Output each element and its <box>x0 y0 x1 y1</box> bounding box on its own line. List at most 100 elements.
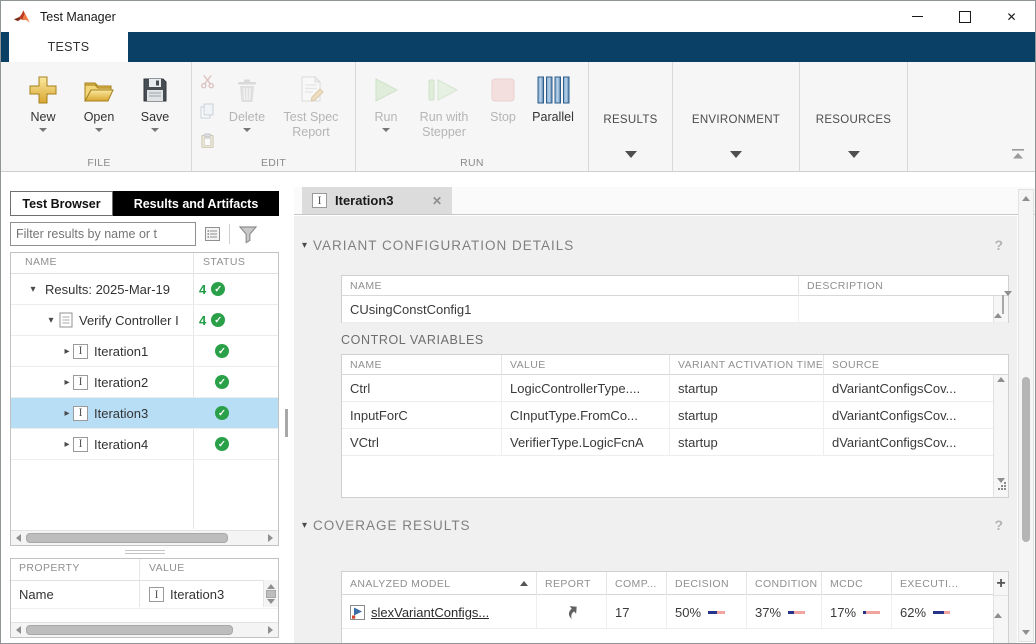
parallel-button[interactable]: Parallel <box>527 70 579 125</box>
add-column-button[interactable] <box>994 572 1008 596</box>
filter-button[interactable] <box>238 225 258 244</box>
stop-button[interactable]: Stop <box>481 70 525 125</box>
value-column-header[interactable]: VALUE <box>149 562 185 574</box>
environment-gallery-button[interactable]: ENVIRONMENT <box>673 62 800 171</box>
cv-row-inputforc[interactable]: InputForC CInputType.FromCo... startup d… <box>342 402 1008 429</box>
tree-row-results[interactable]: Results: 2025-Mar-19 4 <box>11 274 278 305</box>
mcdc-header[interactable]: MCDC <box>822 572 892 595</box>
report-header[interactable]: REPORT <box>537 572 607 595</box>
scroll-left-icon[interactable] <box>16 626 21 634</box>
coverage-results-section-header[interactable]: COVERAGE RESULTS <box>302 516 1003 534</box>
save-button[interactable]: Save <box>128 70 182 132</box>
decision-header[interactable]: DECISION <box>667 572 747 595</box>
chevron-down-icon[interactable] <box>302 240 307 251</box>
tree-row-iteration2[interactable]: Iteration2 <box>11 367 278 398</box>
chevron-down-icon[interactable] <box>27 284 39 295</box>
config-name-header[interactable]: NAME <box>342 276 799 296</box>
analyzed-model-header[interactable]: ANALYZED MODEL <box>342 572 537 595</box>
cv-value-header[interactable]: VALUE <box>502 355 670 375</box>
help-icon[interactable] <box>994 517 1003 533</box>
control-variables-scrollbar[interactable] <box>993 375 1008 497</box>
scrollbar-thumb[interactable] <box>26 533 228 543</box>
vertical-splitter[interactable] <box>285 409 288 437</box>
tree-row-iteration3[interactable]: Iteration3 <box>11 398 278 429</box>
scroll-up-icon[interactable] <box>267 584 275 589</box>
help-icon[interactable] <box>994 237 1003 253</box>
save-dropdown-icon[interactable] <box>151 128 159 132</box>
results-gallery-button[interactable]: RESULTS <box>589 62 673 171</box>
resize-grip-icon[interactable] <box>997 478 1007 496</box>
new-button[interactable]: New <box>16 70 70 132</box>
horizontal-splitter[interactable] <box>10 548 279 556</box>
collapse-ribbon-button[interactable] <box>1011 147 1025 165</box>
tab-results-and-artifacts[interactable]: Results and Artifacts <box>113 191 279 216</box>
results-detail-button[interactable] <box>204 226 221 242</box>
scroll-up-icon[interactable] <box>997 377 1005 382</box>
cv-source-header[interactable]: SOURCE <box>824 355 994 375</box>
analyzed-model-link[interactable]: slexVariantConfigs... <box>371 605 489 620</box>
coverage-table-scrollbar[interactable] <box>993 572 1008 643</box>
chevron-right-icon[interactable] <box>61 346 73 357</box>
run-button[interactable]: Run <box>365 70 407 132</box>
tree-horizontal-scrollbar[interactable] <box>11 530 278 545</box>
coverage-row[interactable]: slexVariantConfigs... 17 50% 37% <box>342 595 1008 629</box>
execution-header[interactable]: EXECUTI... <box>892 572 994 595</box>
chevron-right-icon[interactable] <box>61 377 73 388</box>
chevron-down-icon[interactable] <box>302 520 307 531</box>
scroll-up-icon[interactable] <box>994 596 1002 618</box>
property-horizontal-scrollbar[interactable] <box>11 622 278 637</box>
open-dropdown-icon[interactable] <box>95 128 103 132</box>
tree-row-iteration4[interactable]: Iteration4 <box>11 429 278 460</box>
delete-button[interactable]: Delete <box>220 70 274 132</box>
config-table-scrollbar[interactable] <box>993 296 1008 322</box>
tab-tests[interactable]: TESTS <box>9 32 128 62</box>
run-dropdown-icon[interactable] <box>382 128 390 132</box>
scroll-up-icon[interactable] <box>994 296 1002 318</box>
close-tab-icon[interactable] <box>432 194 442 208</box>
tab-iteration3[interactable]: Iteration3 <box>302 187 452 214</box>
status-column-header[interactable]: STATUS <box>203 256 245 268</box>
scroll-down-icon[interactable] <box>1004 291 1012 313</box>
config-row[interactable]: CUsingConstConfig1 <box>342 296 1008 323</box>
scroll-right-icon[interactable] <box>268 534 273 542</box>
property-column-header[interactable]: PROPERTY <box>19 562 80 574</box>
property-row-name[interactable]: Name Iteration3 <box>11 581 278 609</box>
scrollbar-thumb[interactable] <box>1022 377 1030 542</box>
scroll-left-icon[interactable] <box>16 534 21 542</box>
config-description-header[interactable]: DESCRIPTION <box>799 276 994 296</box>
tree-row-test-file[interactable]: Verify Controller I 4 <box>11 305 278 336</box>
cut-button[interactable] <box>200 72 215 90</box>
scroll-down-icon[interactable] <box>267 599 275 604</box>
main-vertical-scrollbar[interactable] <box>1018 189 1034 642</box>
tree-row-iteration1[interactable]: Iteration1 <box>11 336 278 367</box>
scrollbar-thumb[interactable] <box>266 590 276 598</box>
scrollbar-thumb[interactable] <box>26 625 233 635</box>
chevron-down-icon[interactable] <box>45 315 57 326</box>
cv-row-vctrl[interactable]: VCtrl VerifierType.LogicFcnA startup dVa… <box>342 429 1008 456</box>
open-button[interactable]: Open <box>72 70 126 132</box>
variant-configuration-section-header[interactable]: VARIANT CONFIGURATION DETAILS <box>302 236 1003 254</box>
resources-gallery-button[interactable]: RESOURCES <box>800 62 908 171</box>
maximize-button[interactable] <box>941 1 988 32</box>
cv-name-header[interactable]: NAME <box>342 355 502 375</box>
close-button[interactable] <box>988 1 1035 32</box>
tab-test-browser[interactable]: Test Browser <box>10 191 113 216</box>
cv-row-ctrl[interactable]: Ctrl LogicControllerType.... startup dVa… <box>342 375 1008 402</box>
filter-results-input[interactable] <box>10 222 196 246</box>
property-vertical-scrollbar[interactable] <box>263 580 278 607</box>
run-with-stepper-button[interactable]: Run with Stepper <box>409 70 479 140</box>
scroll-right-icon[interactable] <box>268 626 273 634</box>
scroll-down-icon[interactable] <box>1022 630 1030 635</box>
minimize-button[interactable] <box>894 1 941 32</box>
chevron-right-icon[interactable] <box>61 439 73 450</box>
name-column-header[interactable]: NAME <box>25 256 57 268</box>
chevron-right-icon[interactable] <box>61 408 73 419</box>
delete-dropdown-icon[interactable] <box>243 128 251 132</box>
new-dropdown-icon[interactable] <box>39 128 47 132</box>
complexity-header[interactable]: COMP... <box>607 572 667 595</box>
cv-activation-time-header[interactable]: VARIANT ACTIVATION TIME <box>670 355 824 375</box>
scroll-up-icon[interactable] <box>1022 196 1030 201</box>
report-link-icon[interactable] <box>560 601 583 624</box>
test-spec-report-button[interactable]: Test Spec Report <box>276 70 346 140</box>
paste-button[interactable] <box>200 132 215 150</box>
